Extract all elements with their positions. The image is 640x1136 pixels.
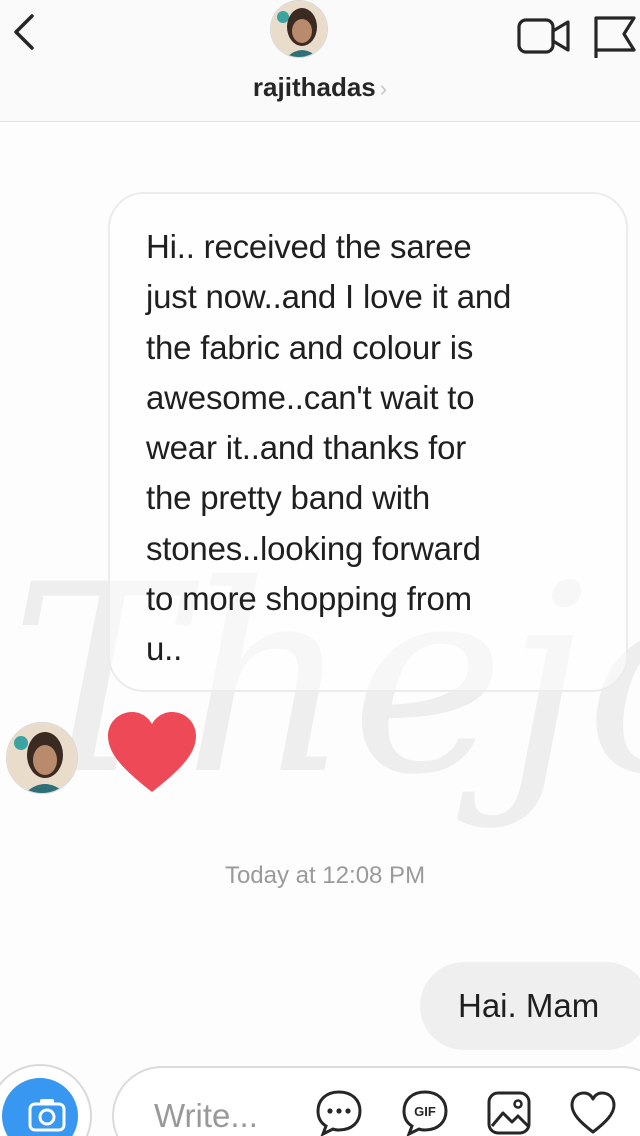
video-call-button[interactable] [516, 14, 576, 58]
incoming-message-bubble[interactable]: Hi.. received the saree just now..and I … [108, 192, 628, 692]
like-button[interactable] [568, 1088, 618, 1136]
back-button[interactable] [4, 8, 44, 56]
gif-label: GIF [414, 1104, 436, 1119]
message-input[interactable] [154, 1094, 304, 1136]
gif-icon: GIF [402, 1090, 448, 1136]
chevron-right-icon: › [379, 76, 388, 101]
image-icon [487, 1091, 531, 1135]
flag-icon [594, 16, 636, 58]
sender-avatar[interactable] [6, 722, 78, 794]
outgoing-message-bubble[interactable]: Hai. Mam [420, 962, 640, 1050]
outgoing-message-text: Hai. Mam [458, 987, 600, 1024]
thread-username[interactable]: rajithadas › [0, 72, 640, 103]
chevron-left-icon [14, 14, 34, 50]
message-composer: GIF [112, 1066, 640, 1136]
gif-button[interactable]: GIF [400, 1088, 450, 1136]
flag-button[interactable] [590, 14, 638, 60]
camera-button[interactable] [0, 1064, 92, 1136]
video-call-icon [517, 18, 570, 54]
heart-reaction[interactable] [104, 708, 200, 796]
heart-icon [570, 1091, 616, 1134]
chat-dots-icon [316, 1090, 362, 1136]
heart-icon [108, 712, 196, 792]
avatar-image [7, 723, 77, 793]
gallery-button[interactable] [484, 1088, 534, 1136]
dm-thread-screen: rajithadas› Thejo Hi.. received the sare… [0, 0, 640, 1136]
message-timestamp: Today at 12:08 PM [224, 862, 426, 889]
camera-icon [28, 1099, 66, 1132]
header-avatar[interactable] [270, 0, 328, 58]
camera-button-fill [2, 1078, 78, 1136]
username-text: rajithadas [252, 72, 376, 102]
chat-dots-button[interactable] [314, 1088, 364, 1136]
avatar-image [271, 1, 327, 57]
thread-header: rajithadas › [0, 0, 640, 122]
incoming-message-text: Hi.. received the saree just now..and I … [146, 228, 512, 668]
